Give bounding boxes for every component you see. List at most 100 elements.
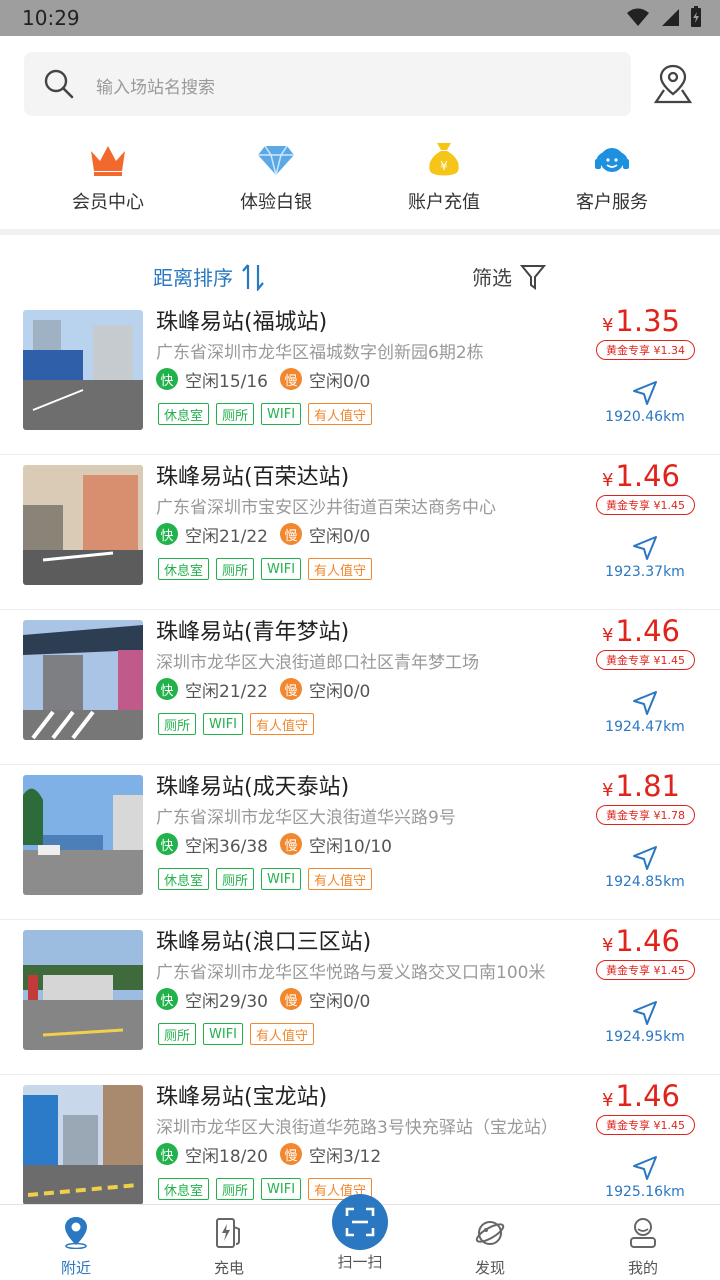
amenity-tag: WIFI [261,868,302,890]
station-address: 广东省深圳市宝安区沙井街道百荣达商务中心 [156,498,496,518]
price-value: 1.81 [615,769,680,803]
gold-member-price: 黄金专享 ¥1.45 [596,650,695,670]
price-value: 1.46 [615,1079,680,1113]
station-card[interactable]: 珠峰易站(百荣达站) 广东省深圳市宝安区沙井街道百荣达商务中心 快 空闲21/2… [0,455,720,610]
station-distance: 1925.16km [605,1184,685,1200]
tab-nearby[interactable]: 附近 [4,1205,148,1278]
fast-charge-badge: 快 [156,368,178,390]
price-currency: ¥ [601,315,614,336]
tab-charge[interactable]: 充电 [157,1205,301,1278]
price-value: 1.35 [615,304,680,338]
price-currency: ¥ [601,1090,614,1111]
map-location-icon[interactable] [652,62,694,106]
amenity-tag: 有人值守 [250,713,315,735]
gold-member-price: 黄金专享 ¥1.78 [596,805,695,825]
fast-availability: 空闲21/22 [185,681,268,702]
amenity-tag: 休息室 [158,1178,210,1200]
amenity-tag: 厕所 [158,713,197,735]
filter-button[interactable]: 筛选 [472,262,546,291]
battery-icon [691,6,701,27]
price: ¥1.35 [602,304,680,338]
quick-item-customer-service[interactable]: 客户服务 [528,140,696,214]
svg-text:¥: ¥ [440,159,448,173]
price-value: 1.46 [615,614,680,648]
sort-arrows-icon [242,263,264,291]
amenity-tag: 厕所 [158,1023,197,1045]
quick-item-label: 体验白银 [240,192,312,213]
station-photo [23,620,143,740]
availability: 快 空闲29/30 慢 空闲0/0 [156,986,370,1012]
slow-charge-badge: 慢 [280,368,302,390]
amenity-tag: WIFI [203,1023,244,1045]
fast-charge-badge: 快 [156,833,178,855]
station-name: 珠峰易站(成天泰站) [156,775,350,800]
tab-discover[interactable]: 发现 [418,1205,562,1278]
headset-icon [595,148,629,172]
price-currency: ¥ [601,625,614,646]
station-distance: 1924.85km [605,874,685,890]
slow-availability: 空闲0/0 [309,371,371,392]
amenity-tag: 休息室 [158,868,210,890]
slow-charge-badge: 慢 [280,988,302,1010]
amenity-tag: 有人值守 [308,403,373,425]
gold-member-price: 黄金专享 ¥1.45 [596,495,695,515]
amenity-tags: 休息室 厕所 WIFI 有人值守 [158,868,373,890]
price: ¥1.46 [602,459,680,493]
navigate-icon[interactable] [632,380,658,406]
station-distance: 1924.47km [605,719,685,735]
navigate-icon[interactable] [632,690,658,716]
scan-button[interactable] [332,1194,388,1250]
navigate-icon[interactable] [632,845,658,871]
sort-by-distance-button[interactable]: 距离排序 [153,262,265,291]
amenity-tag: 厕所 [216,1178,255,1200]
tab-label: 附近 [60,1259,91,1277]
tab-mine[interactable]: 我的 [571,1205,715,1278]
gold-member-price: 黄金专享 ¥1.34 [596,340,695,360]
quick-item-recharge[interactable]: ¥ 账户充值 [360,140,528,214]
station-photo [23,465,143,585]
search-icon [44,69,74,99]
station-name: 珠峰易站(浪口三区站) [156,930,372,955]
fast-availability: 空闲36/38 [185,836,268,857]
navigate-icon[interactable] [632,535,658,561]
wifi-icon [627,8,649,26]
status-icons [626,6,702,28]
signal-icon [662,9,679,26]
navigate-icon[interactable] [632,1000,658,1026]
search-box[interactable]: 输入场站名搜索 [24,52,631,116]
price: ¥1.46 [602,614,680,648]
amenity-tag: WIFI [261,1178,302,1200]
station-distance: 1920.46km [605,409,685,425]
sort-bar: 距离排序 筛选 [0,256,720,296]
amenity-tag: 厕所 [216,403,255,425]
price-currency: ¥ [601,935,614,956]
station-photo [23,930,143,1050]
station-card[interactable]: 珠峰易站(福城站) 广东省深圳市龙华区福城数字创新园6期2栋 快 空闲15/16… [0,300,720,455]
station-address: 广东省深圳市龙华区大浪街道华兴路9号 [156,808,456,828]
navigate-icon[interactable] [632,1155,658,1181]
price-currency: ¥ [601,470,614,491]
fast-availability: 空闲18/20 [185,1146,268,1167]
fast-charge-badge: 快 [156,678,178,700]
tab-label: 我的 [627,1259,658,1277]
amenity-tag: 有人值守 [308,868,373,890]
station-address: 深圳市龙华区大浪街道郎口社区青年梦工场 [156,653,479,673]
fast-charge-badge: 快 [156,988,178,1010]
price-value: 1.46 [615,459,680,493]
quick-item-silver-trial[interactable]: 体验白银 [192,140,360,214]
station-name: 珠峰易站(宝龙站) [156,1085,328,1110]
planet-icon [475,1221,505,1245]
station-card[interactable]: 珠峰易站(青年梦站) 深圳市龙华区大浪街道郎口社区青年梦工场 快 空闲21/22… [0,610,720,765]
amenity-tag: 厕所 [216,868,255,890]
fast-availability: 空闲29/30 [185,991,268,1012]
search-input[interactable]: 输入场站名搜索 [96,73,215,98]
station-card[interactable]: 珠峰易站(浪口三区站) 广东省深圳市龙华区华悦路与爱义路交叉口南100米 快 空… [0,920,720,1075]
quick-item-member-center[interactable]: 会员中心 [24,140,192,214]
slow-availability: 空闲0/0 [309,681,371,702]
station-card[interactable]: 珠峰易站(成天泰站) 广东省深圳市龙华区大浪街道华兴路9号 快 空闲36/38 … [0,765,720,920]
station-name: 珠峰易站(百荣达站) [156,465,350,490]
fast-charge-badge: 快 [156,523,178,545]
price: ¥1.81 [602,769,680,803]
filter-label: 筛选 [472,266,512,290]
amenity-tag: 厕所 [216,558,255,580]
